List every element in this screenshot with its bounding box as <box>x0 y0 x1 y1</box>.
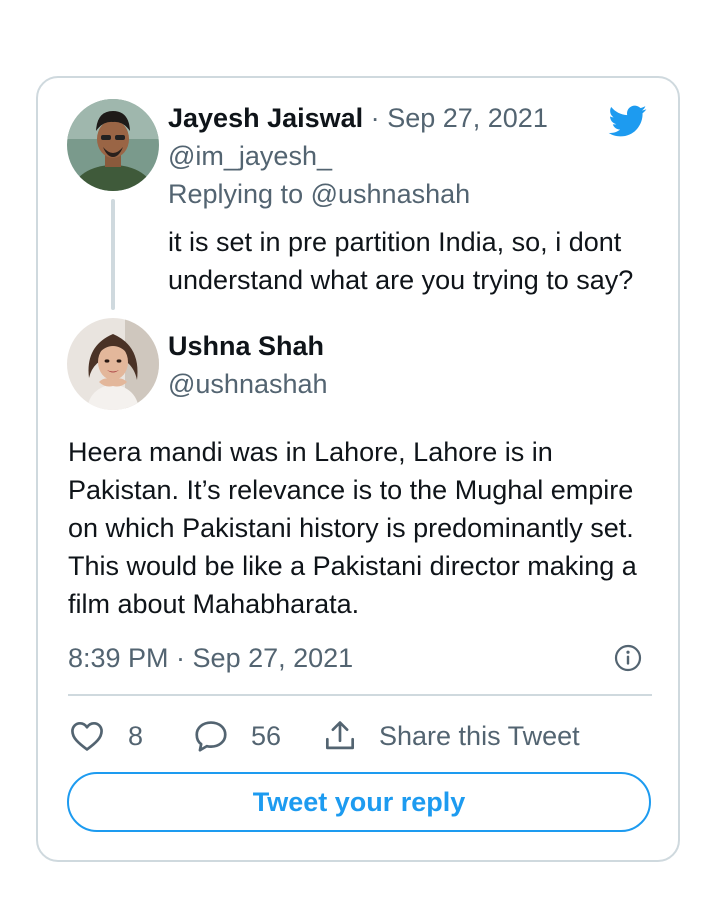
reply-action-button[interactable]: 56 <box>192 716 281 756</box>
jayesh-avatar[interactable] <box>67 99 159 191</box>
original-tweet-header: Jayesh Jaiswal · Sep 27, 2021 <box>168 101 548 135</box>
main-tweet-text: Heera mandi was in Lahore, Lahore is in … <box>68 437 637 619</box>
tweet-actions-bar: 8 56 Share this Tweet <box>68 716 652 756</box>
header-separator: · <box>371 103 388 133</box>
share-tweet-button[interactable]: Share this Tweet <box>321 716 580 756</box>
ushna-avatar[interactable] <box>67 318 159 410</box>
thread-connector <box>111 199 115 310</box>
original-tweet-date[interactable]: Sep 27, 2021 <box>387 103 548 133</box>
original-author-name[interactable]: Jayesh Jaiswal <box>168 103 363 133</box>
reply-count: 56 <box>251 720 282 751</box>
share-upload-icon <box>325 721 355 750</box>
replying-handle[interactable]: @ushnashah <box>311 179 471 209</box>
separator-dot: · <box>370 103 380 133</box>
tweet-your-reply-button[interactable]: Tweet your reply <box>67 772 651 832</box>
replying-prefix: Replying to <box>168 179 304 209</box>
info-icon[interactable] <box>613 643 643 673</box>
main-tweet-timestamp[interactable]: 8:39 PM · Sep 27, 2021 <box>68 641 353 675</box>
main-author-name[interactable]: Ushna Shah <box>168 329 324 363</box>
like-count: 8 <box>128 720 144 751</box>
share-label: Share this Tweet <box>379 720 580 751</box>
twitter-bird-icon[interactable] <box>604 101 650 141</box>
main-author-handle[interactable]: @ushnashah <box>168 367 328 401</box>
original-author-handle[interactable]: @im_jayesh_ <box>168 139 332 173</box>
speech-bubble-icon <box>195 721 227 752</box>
original-tweet-text: it is set in pre partition India, so, i … <box>168 227 634 295</box>
replying-to-line: Replying to @ushnashah <box>168 177 470 211</box>
heart-icon <box>71 721 103 751</box>
actions-divider <box>68 694 652 696</box>
like-button[interactable]: 8 <box>68 716 143 756</box>
